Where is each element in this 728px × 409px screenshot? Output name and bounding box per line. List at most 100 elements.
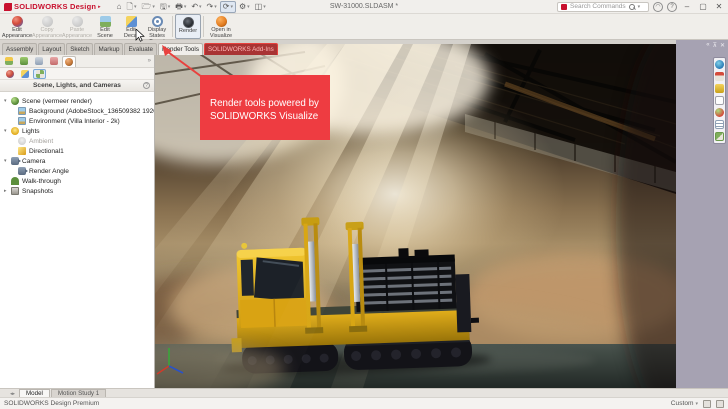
- propertymanager-tab[interactable]: [17, 56, 31, 67]
- tree-item-environment[interactable]: Environment (Villa Interior - 2k): [0, 116, 154, 126]
- solidworks-logo-icon: [4, 3, 12, 11]
- panel-help-icon[interactable]: ?: [143, 82, 150, 89]
- configurationmanager-tab[interactable]: [32, 56, 46, 67]
- unit-dropdown-arrow-icon: ▾: [695, 401, 698, 407]
- view-scene-lights-cameras-button[interactable]: [33, 69, 46, 79]
- featuremanager-tree-icon: [5, 57, 13, 65]
- tab-sketch[interactable]: Sketch: [66, 43, 93, 55]
- copy-appearance-icon: [42, 16, 53, 27]
- tab-evaluate[interactable]: Evaluate: [124, 43, 157, 55]
- tree-item-camera[interactable]: ▾ Camera: [0, 156, 154, 166]
- render-icon: [183, 17, 194, 28]
- walkthrough-icon: [11, 177, 19, 185]
- appearances-filter-icon: [6, 70, 14, 78]
- undo-button[interactable]: ↶▾: [189, 1, 203, 13]
- search-dropdown-icon[interactable]: ▾: [638, 4, 641, 10]
- display-states-target-button[interactable]: Display States Target: [144, 14, 170, 39]
- print-button[interactable]: 🖶▾: [173, 1, 188, 13]
- displaymanager-tab[interactable]: [62, 56, 76, 67]
- feature-manager-panel: » Scene, Lights, and Cameras ? ▾ Scene (…: [0, 55, 155, 388]
- file-explorer-icon[interactable]: [715, 96, 724, 105]
- environment-image-icon: [18, 117, 26, 125]
- featuremanager-tree-tab[interactable]: [2, 56, 16, 67]
- solidworks-resources-icon[interactable]: [715, 60, 724, 69]
- open-in-visualize-button[interactable]: Open in Visualize: [206, 14, 236, 39]
- options-button[interactable]: ⚙▾: [237, 1, 252, 13]
- render-button[interactable]: Render: [175, 14, 201, 39]
- maximize-button[interactable]: ▢: [697, 2, 709, 11]
- copy-appearance-button[interactable]: Copy Appearance: [32, 14, 62, 39]
- tab-markup[interactable]: Markup: [94, 43, 123, 55]
- taskpane-pin-icon[interactable]: ⊼: [713, 42, 717, 50]
- status-editing-icon[interactable]: [716, 400, 724, 408]
- configurationmanager-icon: [35, 57, 43, 65]
- task-pane: « ⊼ ✕: [676, 40, 728, 397]
- manager-tab-strip: »: [0, 55, 154, 68]
- model-tab-bar: ◂▸ Model Motion Study 1: [0, 388, 728, 397]
- custom-properties-icon[interactable]: [715, 120, 724, 129]
- scene-icon: [11, 97, 19, 105]
- minimize-button[interactable]: –: [681, 2, 693, 11]
- app-menu-arrow-icon[interactable]: ▸: [98, 4, 101, 10]
- unit-system-dropdown[interactable]: Custom ▾: [671, 400, 698, 407]
- panel-header: Scene, Lights, and Cameras ?: [0, 80, 154, 92]
- tree-item-background[interactable]: Background (AdobeStock_136509382 1920): [0, 106, 154, 116]
- edit-appearance-button[interactable]: Edit Appearance: [2, 14, 32, 39]
- task-pane-tab-strip: [713, 57, 726, 144]
- tree-item-ambient[interactable]: Ambient: [0, 136, 154, 146]
- tree-item-lights[interactable]: ▾ Lights: [0, 126, 154, 136]
- mouse-cursor-icon: [135, 29, 145, 42]
- tab-layout[interactable]: Layout: [38, 43, 65, 55]
- home-button[interactable]: ⌂: [115, 1, 124, 13]
- viewport-top-strip: [236, 40, 676, 44]
- titlebar-right: Search Commands ▾ ◠ ? – ▢ ✕: [557, 2, 728, 12]
- close-button[interactable]: ✕: [713, 2, 725, 11]
- view-decals-button[interactable]: [18, 69, 31, 79]
- tab-model[interactable]: Model: [19, 389, 50, 397]
- tree-item-scene[interactable]: ▾ Scene (vermeer render): [0, 96, 154, 106]
- search-icon[interactable]: [629, 4, 635, 10]
- expander-icon[interactable]: ▾: [4, 158, 11, 164]
- tree-item-walk-through[interactable]: Walk-through: [0, 176, 154, 186]
- tree-item-snapshots[interactable]: ▸ Snapshots: [0, 186, 154, 196]
- scene-tree: ▾ Scene (vermeer render) Background (Ado…: [0, 92, 154, 196]
- redo-button[interactable]: ↷▾: [205, 1, 219, 13]
- search-placeholder: Search Commands: [570, 3, 626, 10]
- taskpane-collapse-icon[interactable]: «: [706, 42, 709, 50]
- expander-icon[interactable]: ▾: [4, 128, 11, 134]
- search-commands-box[interactable]: Search Commands ▾: [557, 2, 649, 12]
- save-button[interactable]: 🖫▾: [158, 1, 172, 13]
- app-logo[interactable]: SOLIDWORKS Design ▸: [0, 2, 105, 11]
- edit-scene-button[interactable]: Edit Scene: [92, 14, 118, 39]
- new-document-button[interactable]: 🗋▾: [125, 1, 139, 13]
- solidworks-forum-icon[interactable]: [715, 132, 724, 141]
- dimxpertmanager-tab[interactable]: [47, 56, 61, 67]
- help-icon[interactable]: ?: [667, 2, 677, 12]
- status-text: SOLIDWORKS Design Premium: [4, 400, 99, 407]
- display-settings-button[interactable]: ◫▾: [253, 1, 268, 13]
- panel-overflow-chevron-icon[interactable]: »: [148, 58, 151, 64]
- open-document-button[interactable]: 🗁▾: [139, 1, 156, 13]
- login-icon[interactable]: ◠: [653, 2, 663, 12]
- taskpane-close-icon[interactable]: ✕: [720, 42, 725, 50]
- view-appearances-button[interactable]: [3, 69, 16, 79]
- paste-appearance-button[interactable]: Paste Appearance: [62, 14, 92, 39]
- design-library-icon[interactable]: [715, 84, 724, 93]
- tree-item-render-angle[interactable]: Render Angle: [0, 166, 154, 176]
- expander-icon[interactable]: ▾: [4, 98, 11, 104]
- rebuild-button[interactable]: ⟳▾: [220, 1, 236, 13]
- search-logo-icon: [561, 4, 567, 10]
- tree-item-directional1[interactable]: Directional1: [0, 146, 154, 156]
- tab-assembly[interactable]: Assembly: [2, 43, 37, 55]
- tab-motion-study-1[interactable]: Motion Study 1: [51, 389, 106, 397]
- expander-icon[interactable]: ▸: [4, 188, 11, 194]
- task-pane-topbar: « ⊼ ✕: [676, 40, 728, 50]
- appearances-scenes-icon[interactable]: [715, 108, 724, 117]
- display-states-target-icon: [152, 16, 163, 27]
- status-tag-icon[interactable]: [703, 400, 711, 408]
- tab-render-tools[interactable]: Render Tools: [158, 43, 203, 55]
- home-tab-icon[interactable]: [715, 72, 724, 81]
- display-filter-strip: [0, 68, 154, 80]
- tab-solidworks-add-ins[interactable]: SOLIDWORKS Add-Ins: [204, 43, 278, 55]
- paste-appearance-icon: [72, 16, 83, 27]
